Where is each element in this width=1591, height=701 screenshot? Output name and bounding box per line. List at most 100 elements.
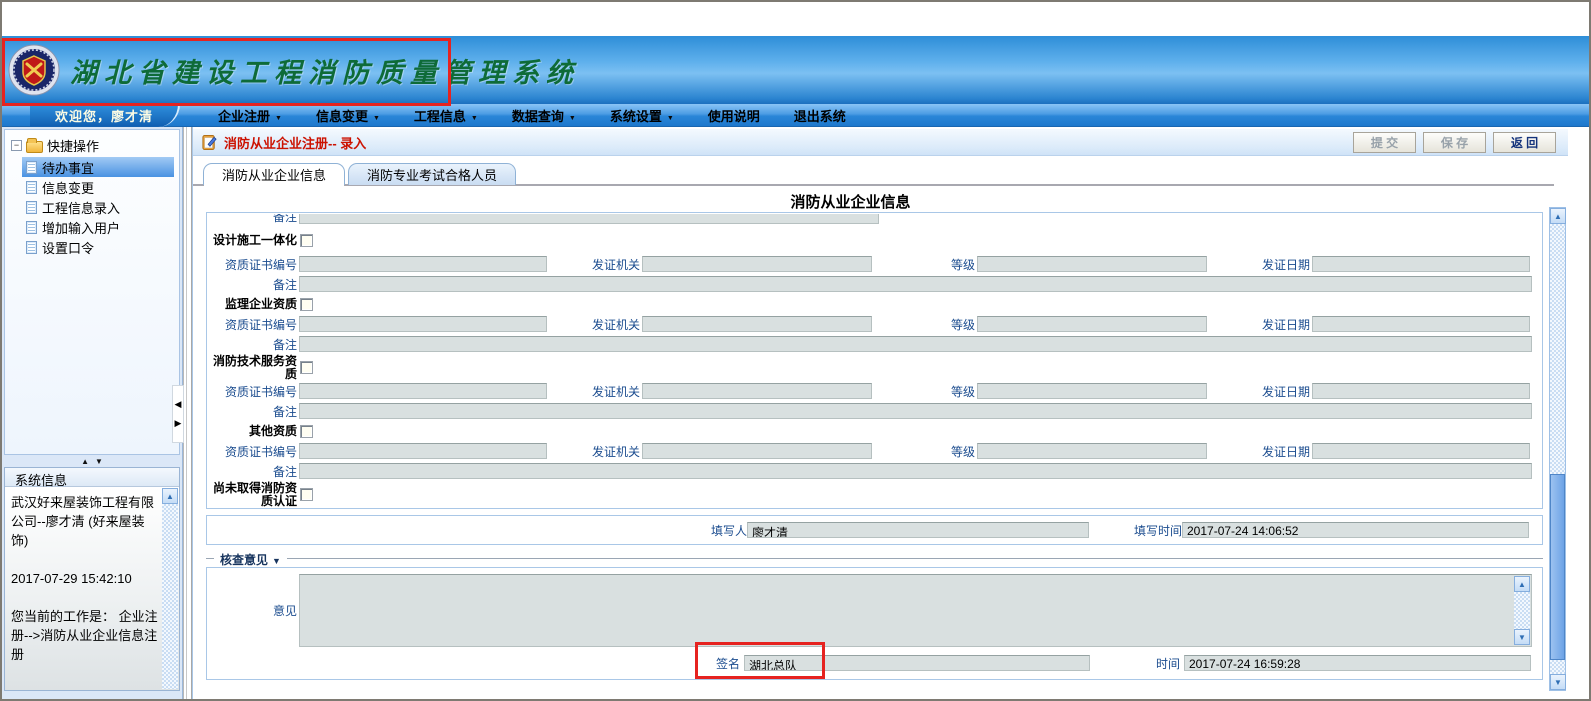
- tree-item-label: 信息变更: [42, 178, 94, 197]
- scroll-down-icon[interactable]: ▼: [1550, 674, 1566, 690]
- cert-no-input[interactable]: [299, 443, 547, 459]
- main-scrollbar[interactable]: ▲ ▼: [1549, 207, 1566, 691]
- cert-no-input[interactable]: [299, 383, 547, 399]
- issue-date-input[interactable]: [1312, 316, 1530, 332]
- sysinfo-current-task: 您当前的工作是： 企业注册-->消防从业企业信息注册: [11, 607, 159, 664]
- review-title[interactable]: 核查意见▼: [214, 551, 287, 568]
- menu-user-guide[interactable]: 使用说明: [704, 104, 764, 127]
- welcome-tab: 欢迎您，廖才清: [30, 104, 180, 127]
- opinion-textarea[interactable]: ▲ ▼: [299, 574, 1532, 647]
- issuer-input[interactable]: [642, 316, 872, 332]
- sidebar-main-splitter[interactable]: ◀ ▶: [183, 127, 192, 700]
- filler-input[interactable]: 廖才清: [747, 522, 1089, 538]
- cert-no-input[interactable]: [299, 256, 547, 272]
- menu-project-info[interactable]: 工程信息: [410, 104, 482, 127]
- sidebar-panel-splitter[interactable]: ▲ ▼: [4, 456, 180, 466]
- document-icon: [26, 221, 37, 234]
- sidebar-item-set-password[interactable]: 设置口令: [22, 237, 179, 257]
- remark-input[interactable]: [299, 276, 1532, 292]
- scroll-down-icon[interactable]: ▼: [1514, 629, 1530, 645]
- system-info-body: 武汉好来屋装饰工程有限公司--廖才清 (好来屋装饰) 2017-07-29 15…: [5, 487, 179, 690]
- cert-no-label: 资质证书编号: [207, 316, 297, 333]
- sign-input[interactable]: 湖北总队: [744, 655, 1090, 671]
- grade-input[interactable]: [977, 256, 1207, 272]
- cert-no-input[interactable]: [299, 316, 547, 332]
- issuer-label: 发证机关: [547, 256, 640, 273]
- app-banner: 湖北省建设工程消防质量管理系统: [2, 36, 1589, 104]
- tree-root-row[interactable]: − 快捷操作: [5, 130, 179, 157]
- scroll-track[interactable]: [1514, 592, 1530, 629]
- tree-item-label: 工程信息录入: [42, 198, 120, 217]
- issue-date-input[interactable]: [1312, 443, 1530, 459]
- document-icon: [26, 181, 37, 194]
- grade-input[interactable]: [977, 316, 1207, 332]
- section-label: 设计施工一体化: [207, 234, 297, 247]
- clipped-input[interactable]: [299, 214, 879, 224]
- sidebar-item-todo[interactable]: 待办事宜: [22, 157, 174, 177]
- filler-time-input[interactable]: 2017-07-24 14:06:52: [1182, 522, 1529, 538]
- arrow-left-icon: ◀: [175, 399, 182, 410]
- browser-top-strip: [2, 2, 1589, 36]
- tab-qualified-personnel[interactable]: 消防专业考试合格人员: [348, 163, 516, 185]
- issue-date-input[interactable]: [1312, 256, 1530, 272]
- sign-label: 签名: [712, 655, 740, 672]
- scroll-up-icon[interactable]: ▲: [162, 488, 178, 504]
- menu-enterprise-register[interactable]: 企业注册: [214, 104, 286, 127]
- section-label: 监理企业资质: [207, 298, 297, 311]
- content-area: − 快捷操作 待办事宜 信息变更 工程信息录入: [2, 127, 1589, 700]
- scrollbar-thumb[interactable]: [1550, 474, 1565, 660]
- grade-input[interactable]: [977, 383, 1207, 399]
- collapse-minus-icon[interactable]: −: [11, 140, 22, 151]
- review-time-label: 时间: [1152, 655, 1180, 672]
- grade-label: 等级: [872, 256, 975, 273]
- quick-actions-tree: − 快捷操作 待办事宜 信息变更 工程信息录入: [4, 129, 180, 455]
- menu-info-change[interactable]: 信息变更: [312, 104, 384, 127]
- issuer-input[interactable]: [642, 383, 872, 399]
- app-window: 湖北省建设工程消防质量管理系统 欢迎您，廖才清 企业注册 信息变更 工程信息 数…: [0, 0, 1591, 701]
- section-checkbox[interactable]: [300, 298, 313, 311]
- grade-label: 等级: [872, 383, 975, 400]
- tab-enterprise-info[interactable]: 消防从业企业信息: [203, 163, 345, 185]
- cert-fields-row: 资质证书编号 发证机关 等级 发证日期: [207, 314, 1542, 334]
- issue-date-label: 发证日期: [1207, 383, 1310, 400]
- scroll-up-icon[interactable]: ▲: [1550, 208, 1566, 224]
- filler-box: 填写人 廖才清 填写时间 2017-07-24 14:06:52: [206, 515, 1543, 545]
- save-button[interactable]: 保 存: [1423, 132, 1486, 153]
- issuer-input[interactable]: [642, 256, 872, 272]
- scroll-up-icon[interactable]: ▲: [1514, 576, 1530, 592]
- review-time-input[interactable]: 2017-07-24 16:59:28: [1184, 655, 1531, 671]
- chevron-down-icon: ▼: [272, 556, 281, 566]
- remark-label: 备注: [207, 403, 297, 420]
- tree-item-label: 待办事宜: [42, 158, 94, 177]
- menu-logout[interactable]: 退出系统: [790, 104, 850, 127]
- submit-button[interactable]: 提 交: [1353, 132, 1416, 153]
- issue-date-input[interactable]: [1312, 383, 1530, 399]
- back-button[interactable]: 返 回: [1493, 132, 1556, 153]
- collapse-handle[interactable]: ◀ ▶: [172, 385, 184, 443]
- no-cert-checkbox[interactable]: [300, 488, 313, 501]
- section-checkbox[interactable]: [300, 361, 313, 374]
- remark-input[interactable]: [299, 336, 1532, 352]
- issuer-label: 发证机关: [547, 383, 640, 400]
- menu-items: 企业注册 信息变更 工程信息 数据查询 系统设置 使用说明 退出系统: [214, 104, 850, 127]
- menu-data-query[interactable]: 数据查询: [508, 104, 580, 127]
- remark-row: 备注: [207, 274, 1542, 294]
- sidebar-item-info-change[interactable]: 信息变更: [22, 177, 179, 197]
- remark-input[interactable]: [299, 463, 1532, 479]
- section-checkbox[interactable]: [300, 234, 313, 247]
- sidebar-item-project-entry[interactable]: 工程信息录入: [22, 197, 179, 217]
- sidebar-item-add-user[interactable]: 增加输入用户: [22, 217, 179, 237]
- splitter-down-icon: ▼: [95, 457, 103, 466]
- remark-label: 备注: [207, 336, 297, 353]
- grade-input[interactable]: [977, 443, 1207, 459]
- menu-system-settings[interactable]: 系统设置: [606, 104, 678, 127]
- opinion-scrollbar[interactable]: ▲ ▼: [1514, 576, 1530, 645]
- sysinfo-scrollbar[interactable]: ▲: [162, 488, 178, 689]
- remark-input[interactable]: [299, 403, 1532, 419]
- review-box: 意见 ▲ ▼ 签名 湖北总队 时间 2017-07-24: [206, 567, 1543, 680]
- filler-label: 填写人: [702, 522, 747, 539]
- issuer-input[interactable]: [642, 443, 872, 459]
- section-checkbox[interactable]: [300, 425, 313, 438]
- issue-date-label: 发证日期: [1207, 256, 1310, 273]
- opinion-row: 意见 ▲ ▼: [207, 574, 1542, 647]
